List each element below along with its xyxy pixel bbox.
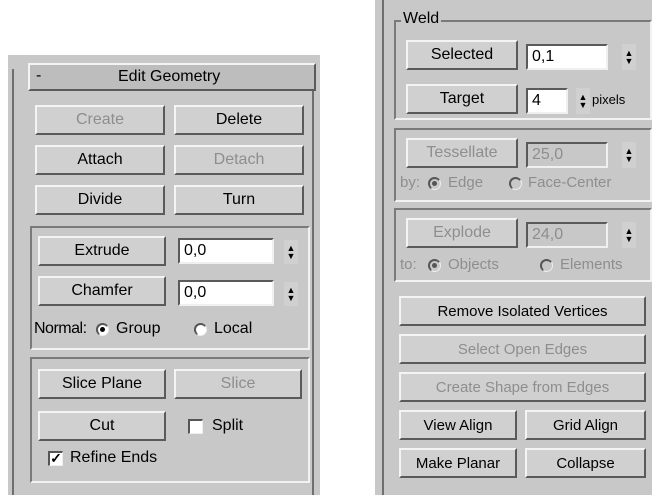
weld-tools-panel: Selected 0,1 ▲ ▼ Target 4 ▲ ▼ pixels Weld … — [375, 0, 652, 495]
split-label[interactable]: Split — [212, 417, 243, 435]
tessellate-button[interactable]: Tessellate — [406, 138, 518, 168]
extrude-chamfer-group: Extrude 0,0 ▲ ▼ Chamfer 0,0 ▲ ▼ Normal: Gr… — [30, 226, 310, 350]
attach-button[interactable]: Attach — [35, 145, 165, 175]
checkmark-icon: ✓ — [50, 450, 62, 466]
chamfer-spinner[interactable]: ▲ ▼ — [284, 282, 298, 306]
spinner-down-icon: ▼ — [624, 56, 634, 66]
panel-left-border — [12, 69, 14, 495]
spinner-down-icon: ▼ — [286, 251, 296, 261]
detach-button[interactable]: Detach — [174, 145, 304, 175]
collapse-button[interactable]: Collapse — [525, 448, 646, 478]
tessellate-face-center-radio[interactable] — [509, 177, 522, 190]
split-checkbox[interactable] — [188, 419, 203, 434]
weld-target-button[interactable]: Target — [406, 84, 518, 114]
weld-group-label: Weld — [401, 10, 442, 28]
tessellate-edge-radio[interactable] — [428, 177, 441, 190]
radio-selected-dot — [432, 181, 437, 186]
extrude-amount-field[interactable]: 0,0 — [178, 238, 274, 264]
tessellate-group: Tessellate 25,0 ▲ ▼ by: Edge Face-Center — [394, 128, 652, 202]
weld-selected-button[interactable]: Selected — [406, 40, 518, 70]
remove-isolated-vertices-button[interactable]: Remove Isolated Vertices — [399, 296, 646, 326]
target-pixels-spinner[interactable]: ▲ ▼ — [576, 88, 590, 114]
weld-threshold-field[interactable]: 0,1 — [526, 44, 608, 70]
spinner-down-icon: ▼ — [624, 154, 634, 164]
create-shape-from-edges-button[interactable]: Create Shape from Edges — [399, 372, 646, 402]
refine-ends-label[interactable]: Refine Ends — [70, 449, 157, 467]
radio-selected-dot — [100, 327, 105, 332]
chamfer-amount-field[interactable]: 0,0 — [178, 280, 274, 306]
slice-group: Slice Plane Slice Cut Split ✓ Refine End… — [30, 357, 310, 483]
extrude-spinner[interactable]: ▲ ▼ — [284, 240, 298, 264]
explode-objects-radio[interactable] — [428, 259, 441, 272]
normal-group-label[interactable]: Group — [116, 320, 160, 338]
delete-button[interactable]: Delete — [174, 105, 304, 135]
tessellate-tension-spinner[interactable]: ▲ ▼ — [622, 142, 636, 168]
rollout-collapse-icon: - — [36, 67, 42, 84]
weld-threshold-spinner[interactable]: ▲ ▼ — [622, 44, 636, 70]
extrude-button[interactable]: Extrude — [38, 236, 166, 266]
select-open-edges-button[interactable]: Select Open Edges — [399, 334, 646, 364]
explode-button[interactable]: Explode — [406, 218, 518, 248]
explode-objects-label[interactable]: Objects — [448, 256, 499, 273]
cut-button[interactable]: Cut — [38, 411, 166, 441]
panel-right-border — [312, 69, 314, 495]
spinner-down-icon: ▼ — [286, 293, 296, 303]
tessellate-tension-field[interactable]: 25,0 — [526, 142, 608, 168]
divide-button[interactable]: Divide — [35, 185, 165, 215]
explode-angle-spinner[interactable]: ▲ ▼ — [622, 222, 636, 248]
normal-label: Normal: — [34, 320, 87, 337]
spinner-down-icon: ▼ — [624, 234, 634, 244]
normal-local-radio[interactable] — [194, 323, 207, 336]
explode-elements-radio[interactable] — [540, 259, 553, 272]
explode-angle-field[interactable]: 24,0 — [526, 222, 608, 248]
panel-left-border — [382, 0, 384, 495]
grid-align-button[interactable]: Grid Align — [525, 410, 646, 440]
turn-button[interactable]: Turn — [174, 185, 304, 215]
make-planar-button[interactable]: Make Planar — [399, 448, 517, 478]
chamfer-button[interactable]: Chamfer — [38, 276, 166, 306]
explode-elements-label[interactable]: Elements — [560, 256, 623, 273]
slice-plane-button[interactable]: Slice Plane — [38, 369, 166, 399]
create-button[interactable]: Create — [35, 105, 165, 135]
explode-group: Explode 24,0 ▲ ▼ to: Objects Elements — [394, 208, 652, 282]
edit-geometry-panel: - Edit Geometry Create Delete Attach Det… — [8, 55, 320, 495]
normal-local-label[interactable]: Local — [214, 320, 252, 338]
view-align-button[interactable]: View Align — [399, 410, 517, 440]
weld-group: Selected 0,1 ▲ ▼ Target 4 ▲ ▼ pixels — [394, 20, 652, 120]
radio-selected-dot — [432, 263, 437, 268]
tessellate-face-center-label[interactable]: Face-Center — [528, 174, 611, 191]
rollout-title: Edit Geometry — [118, 68, 221, 85]
normal-group-radio[interactable] — [96, 323, 109, 336]
slice-button[interactable]: Slice — [174, 369, 302, 399]
explode-to-label: to: — [400, 256, 417, 273]
tessellate-edge-label[interactable]: Edge — [448, 174, 483, 191]
target-pixels-unit: pixels — [592, 92, 626, 107]
edit-geometry-rollout-header[interactable]: - Edit Geometry — [28, 63, 316, 91]
spinner-down-icon: ▼ — [578, 100, 588, 110]
target-pixels-field[interactable]: 4 — [526, 88, 568, 114]
tessellate-by-label: by: — [400, 174, 421, 191]
refine-ends-checkbox[interactable]: ✓ — [48, 451, 63, 466]
